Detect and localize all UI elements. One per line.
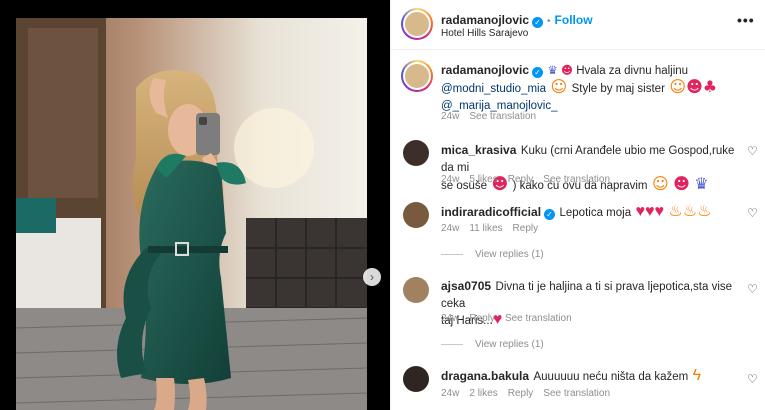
caption-meta: 24w See translation [441,111,546,122]
reply-button[interactable]: Reply [469,313,495,324]
commenter-avatar[interactable] [403,366,429,392]
comment-likes[interactable]: 11 likes [469,223,502,234]
see-translation-button[interactable]: See translation [469,111,536,122]
like-comment-heart-icon[interactable]: ♡ [747,144,758,158]
commenter-avatar[interactable] [403,277,429,303]
verified-icon: ✓ [532,17,544,28]
fire-icon: ♨ [697,203,712,220]
comment-meta: 24w Reply See translation [441,313,582,324]
post-photo [16,18,367,410]
see-translation-button[interactable]: See translation [543,174,610,185]
author-line: radamanojlovic ✓ • Follow [441,11,593,29]
smile-icon: ☺ [550,77,568,96]
comment-likes[interactable]: 2 likes [469,388,497,399]
see-translation-button[interactable]: See translation [505,313,572,324]
caption-text-part: Style by maj sister [571,83,665,95]
comment-likes[interactable]: 5 likes [469,174,497,185]
more-options-icon[interactable]: ••• [737,12,755,28]
caption-text-part: Hvala za divnu haljinu [576,65,689,77]
view-replies-label: View replies (1) [475,249,544,260]
heart-icon: ♥ [645,203,655,220]
post-header: radamanojlovic ✓ • Follow Hotel Hills Saraj… [391,0,765,50]
post-sidebar: radamanojlovic ✓ • Follow Hotel Hills Saraj… [390,0,765,410]
grin-icon: ☺ [651,174,669,193]
caption-username[interactable]: radamanojlovic [441,63,529,77]
see-translation-button[interactable]: See translation [543,388,610,399]
comment-username[interactable]: dragana.bakula [441,369,529,383]
dress-icon: ♛ [694,174,709,193]
heart-icon: ♥ [635,203,646,220]
media-top-bar [0,0,390,18]
verified-icon: ✓ [532,67,544,78]
view-replies-button[interactable]: View replies (1) [441,339,544,350]
comment-time[interactable]: 24w [441,174,459,185]
post-media: › [0,18,390,410]
comment-username[interactable]: ajsa0705 [441,279,491,293]
reply-button[interactable]: Reply [508,388,534,399]
verified-icon: ✓ [544,209,556,220]
comment-time[interactable]: 24w [441,388,459,399]
fire-icon: ♨ [682,203,698,220]
fire-icon: ♨ [668,203,683,220]
comment-meta: 24w 11 likes Reply [441,223,548,234]
view-replies-button[interactable]: View replies (1) [441,249,544,260]
author-avatar[interactable] [401,8,433,40]
replies-divider [441,253,463,255]
grin-icon: ☺ [669,77,687,96]
heart-eyes-icon: ☻ [561,63,573,77]
comment-time[interactable]: 24w [441,223,459,234]
comment-username[interactable]: mica_krasiva [441,143,516,157]
heart-eyes-icon: ☻ [673,174,690,193]
reply-button[interactable]: Reply [513,223,539,234]
next-media-button[interactable]: › [363,268,381,286]
comment-body: Lepotica moja [559,207,632,219]
lollipop-icon: ♣ [702,77,718,96]
like-comment-heart-icon[interactable]: ♡ [747,282,758,296]
like-comment-heart-icon[interactable]: ♡ [747,206,758,220]
comment-time[interactable]: 24w [441,313,459,324]
commenter-avatar[interactable] [403,202,429,228]
heart-icon: ♥ [654,203,665,220]
comment-text: dragana.bakula Auuuuuu neću ništa da kaž… [441,368,741,385]
comment-meta: 24w 2 likes Reply See translation [441,388,620,399]
separator-dot: • [547,16,551,27]
caption-mention[interactable]: @modni_studio_mia [441,83,546,95]
view-replies-label: View replies (1) [475,339,544,350]
like-comment-heart-icon[interactable]: ♡ [747,372,758,386]
caption-time[interactable]: 24w [441,111,459,122]
comment-text: mica_krasiva Kuku (crni Aranđele ubio me… [441,142,741,194]
replies-divider [441,343,463,345]
comment-username[interactable]: indiraradicofficial [441,205,541,219]
follow-button[interactable]: Follow [555,13,593,27]
commenter-avatar[interactable] [403,140,429,166]
location-link[interactable]: Hotel Hills Sarajevo [441,28,528,39]
lightning-icon: ϟ [692,367,702,384]
comment-body: Auuuuuu neću ništa da kažem [533,371,689,383]
reply-button[interactable]: Reply [508,174,534,185]
post-photo-image [16,18,367,410]
caption-text: radamanojlovic ✓ ♛ ☻ Hvala za divnu halji… [441,62,741,114]
comment-text: indiraradicofficial ✓ Lepotica moja ♥♥♥ ♨… [441,204,741,221]
chevron-right-icon: › [370,270,374,284]
comment-meta: 24w 5 likes Reply See translation [441,174,620,185]
kiss-icon: ☻ [686,77,703,96]
caption-avatar[interactable] [401,60,433,92]
dress-icon: ♛ [547,63,558,77]
author-username[interactable]: radamanojlovic [441,13,529,27]
